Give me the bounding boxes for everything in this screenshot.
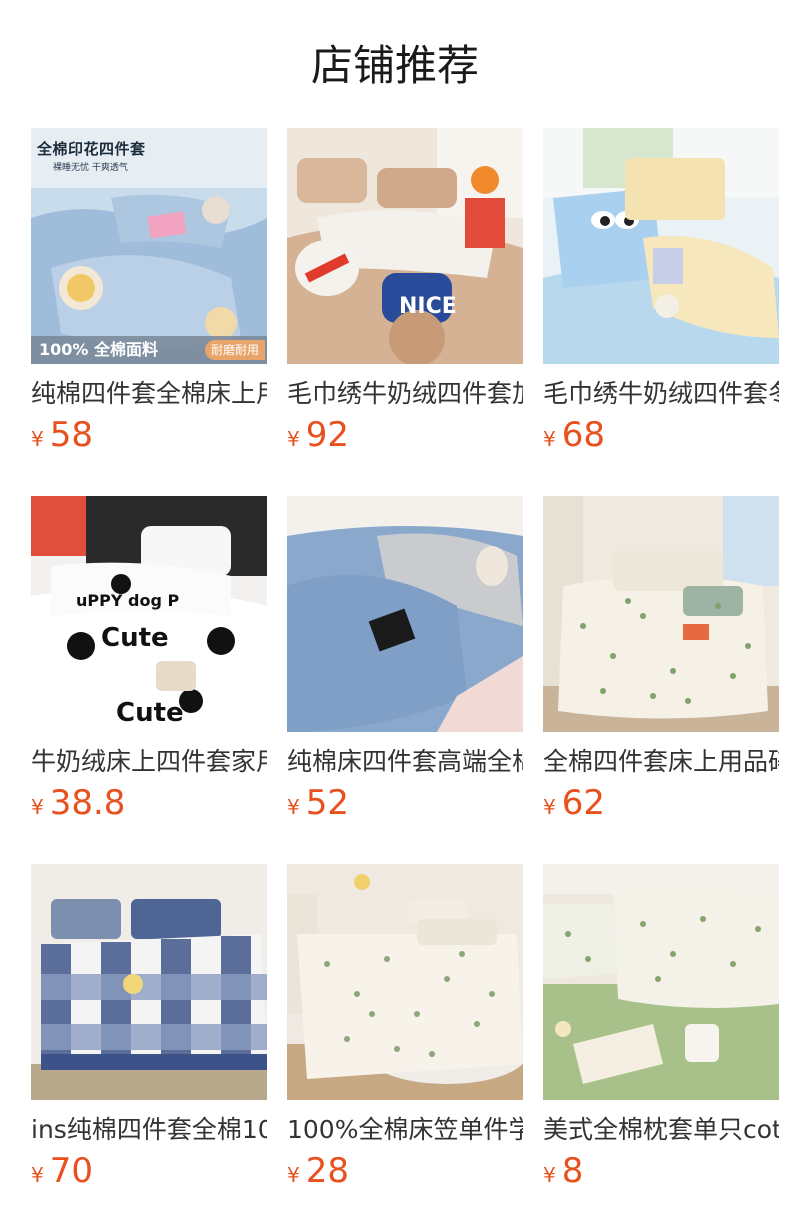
promo-bar-text: 100% 全棉面料 (39, 340, 159, 359)
price-value: 70 (49, 1151, 93, 1191)
product-price: ¥28 (287, 1150, 523, 1192)
price-value: 68 (561, 415, 605, 455)
currency-symbol: ¥ (287, 427, 300, 451)
product-price: ¥70 (31, 1150, 267, 1192)
product-image[interactable]: 全棉印花四件套 裸睡无忧 干爽透气 100% 全棉面料 耐磨耐用 (31, 128, 267, 364)
page-title: 店铺推荐 (310, 41, 479, 90)
promo-subtitle: 裸睡无忧 干爽透气 (53, 163, 128, 173)
product-image[interactable]: NICE (287, 128, 523, 364)
price-value: 62 (561, 783, 605, 823)
product-image[interactable] (543, 864, 779, 1100)
product-card[interactable]: 100%全棉床笠单件学生 ¥28 (287, 864, 523, 1232)
bedding-photo-lightblue-plaid-icon (543, 128, 779, 364)
product-card[interactable]: 全棉印花四件套 裸睡无忧 干爽透气 100% 全棉面料 耐磨耐用 纯棉四件套全棉… (31, 128, 267, 496)
product-price: ¥92 (287, 414, 523, 456)
product-card[interactable]: NICE 毛巾绣牛奶绒四件套加厚 ¥92 (287, 128, 523, 496)
product-card[interactable]: 美式全棉枕套单只cotton ¥8 (543, 864, 779, 1232)
product-image[interactable] (543, 128, 779, 364)
product-grid: 全棉印花四件套 裸睡无忧 干爽透气 100% 全棉面料 耐磨耐用 纯棉四件套全棉… (31, 128, 779, 1232)
promo-badge: 耐磨耐用 (204, 340, 265, 360)
currency-symbol: ¥ (31, 795, 44, 819)
product-name[interactable]: 牛奶绒床上四件套家用 (31, 746, 267, 778)
svg-text:NICE: NICE (399, 294, 457, 319)
currency-symbol: ¥ (31, 427, 44, 451)
product-card[interactable]: Cute uPPY dog P Cute 牛奶绒床上四件套家用 ¥38.8 (31, 496, 267, 864)
product-image[interactable] (287, 864, 523, 1100)
bedding-photo-floral-cream-icon (543, 496, 779, 732)
product-price: ¥8 (543, 1150, 779, 1192)
price-value: 92 (305, 415, 349, 455)
product-card[interactable]: 毛巾绣牛奶绒四件套冬季 ¥68 (543, 128, 779, 496)
product-name[interactable]: 毛巾绣牛奶绒四件套加厚 (287, 378, 523, 410)
currency-symbol: ¥ (31, 1163, 44, 1187)
pillowcase-photo-green-floral-icon (543, 864, 779, 1100)
product-name[interactable]: 100%全棉床笠单件学生 (287, 1114, 523, 1146)
product-price: ¥52 (287, 782, 523, 824)
product-image[interactable] (543, 496, 779, 732)
bedding-photo-floral-sheet-icon (287, 864, 523, 1100)
product-card[interactable]: 全棉四件套床上用品碎花 ¥62 (543, 496, 779, 864)
product-name[interactable]: 全棉四件套床上用品碎花 (543, 746, 779, 778)
product-image[interactable]: Cute uPPY dog P Cute (31, 496, 267, 732)
svg-text:uPPY dog P: uPPY dog P (76, 591, 179, 610)
product-card[interactable]: ins纯棉四件套全棉100 ¥70 (31, 864, 267, 1232)
svg-text:Cute: Cute (116, 698, 184, 728)
price-value: 52 (305, 783, 349, 823)
product-price: ¥62 (543, 782, 779, 824)
product-card[interactable]: 纯棉床四件套高端全棉 ¥52 (287, 496, 523, 864)
currency-symbol: ¥ (543, 427, 556, 451)
product-name[interactable]: 毛巾绣牛奶绒四件套冬季 (543, 378, 779, 410)
product-image[interactable] (31, 864, 267, 1100)
price-value: 38.8 (49, 783, 126, 823)
currency-symbol: ¥ (543, 795, 556, 819)
currency-symbol: ¥ (287, 795, 300, 819)
product-name[interactable]: 美式全棉枕套单只cotton (543, 1114, 779, 1146)
bedding-photo-blue-solid-icon (287, 496, 523, 732)
price-value: 28 (305, 1151, 349, 1191)
product-name[interactable]: ins纯棉四件套全棉100 (31, 1114, 267, 1146)
price-value: 8 (561, 1151, 584, 1191)
product-name[interactable]: 纯棉四件套全棉床上用品 (31, 378, 267, 410)
product-price: ¥58 (31, 414, 267, 456)
currency-symbol: ¥ (287, 1163, 300, 1187)
svg-text:Cute: Cute (101, 623, 169, 653)
product-price: ¥38.8 (31, 782, 267, 824)
bedding-photo-beige-nice-icon: NICE (287, 128, 523, 364)
bedding-photo-cute-dog-icon: Cute uPPY dog P Cute (31, 496, 267, 732)
price-value: 58 (49, 415, 93, 455)
currency-symbol: ¥ (543, 1163, 556, 1187)
product-price: ¥68 (543, 414, 779, 456)
promo-title: 全棉印花四件套 (37, 140, 146, 158)
bedding-photo-blue-check-icon (31, 864, 267, 1100)
product-name[interactable]: 纯棉床四件套高端全棉 (287, 746, 523, 778)
product-image[interactable] (287, 496, 523, 732)
